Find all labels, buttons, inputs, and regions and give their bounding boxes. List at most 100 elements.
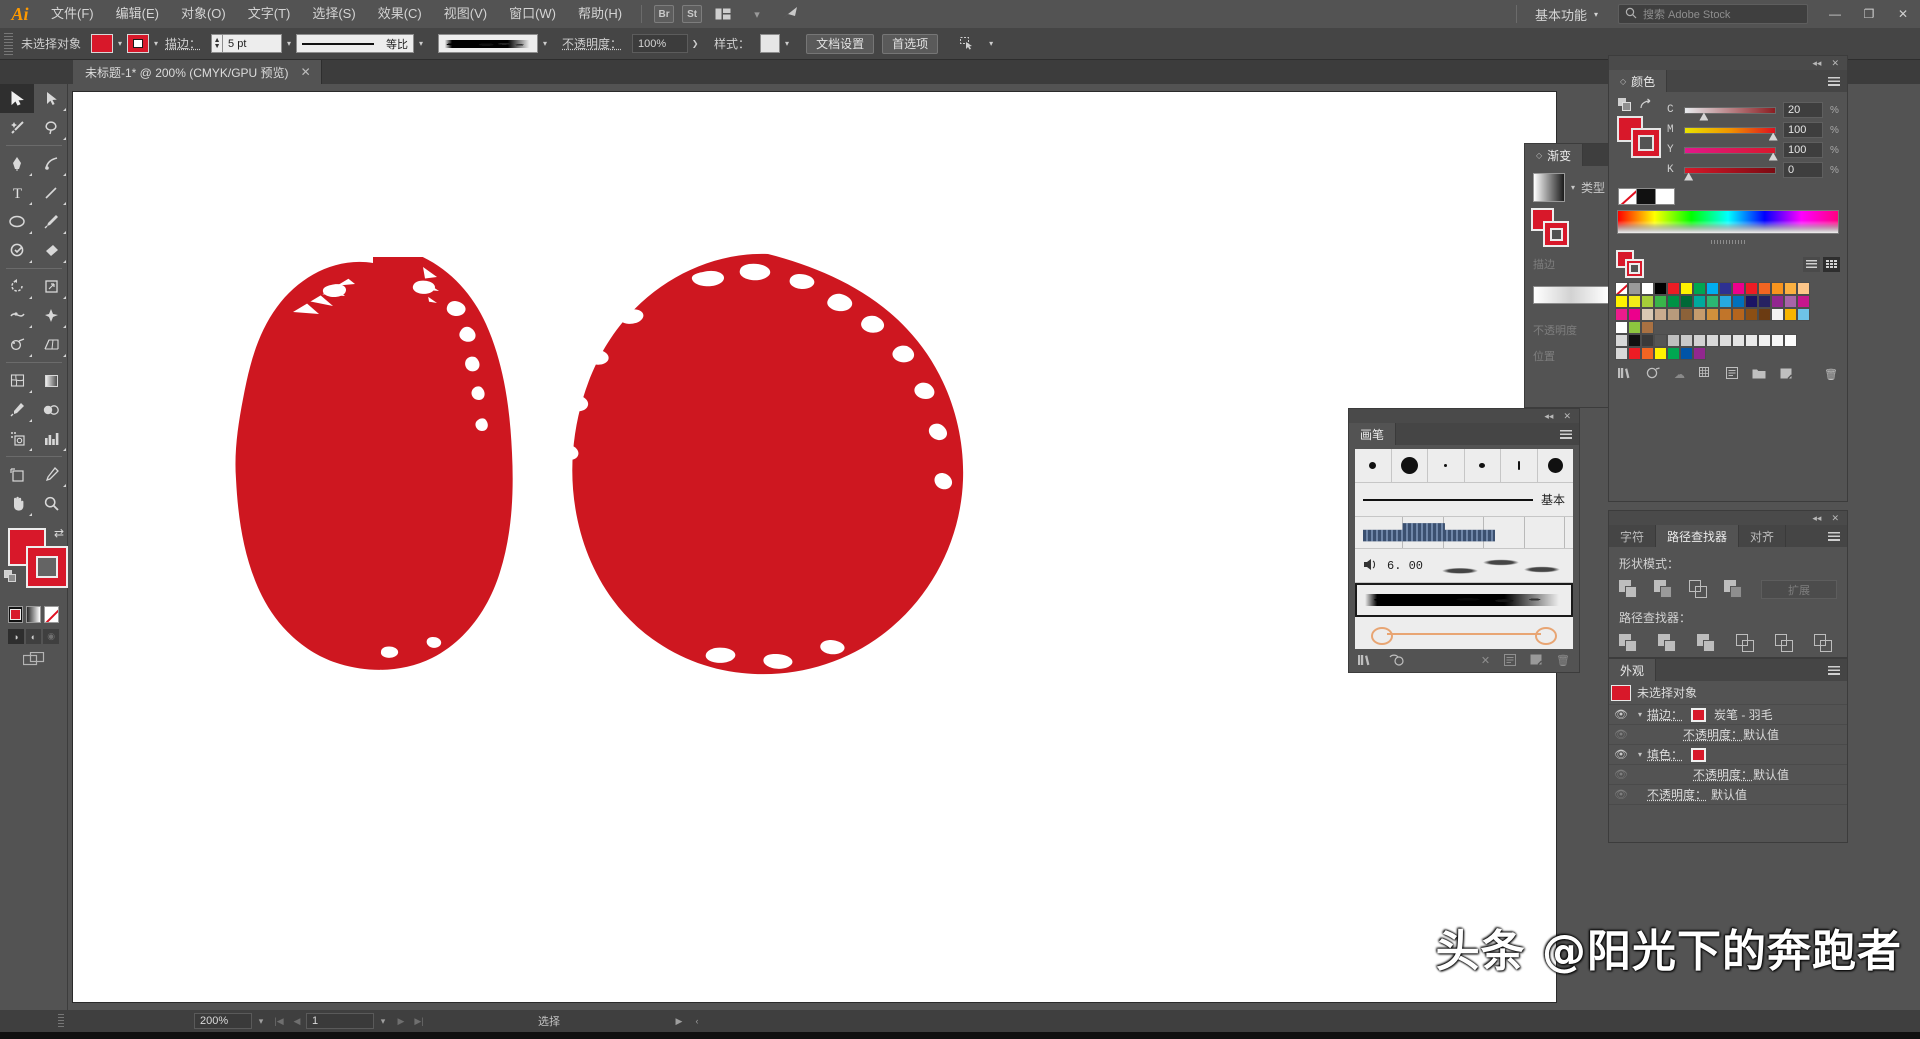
menu-edit[interactable]: 编辑(E) (105, 0, 170, 28)
visibility-eye-icon[interactable]: 👁 (1609, 788, 1633, 801)
stock-icon[interactable]: St (682, 5, 703, 23)
swatch-cell[interactable] (1771, 295, 1784, 308)
swatch-cell[interactable] (1641, 282, 1654, 295)
draw-behind-icon[interactable]: ◐ (25, 629, 42, 644)
appearance-fill-color-chip[interactable] (1691, 747, 1707, 762)
ellipse-tool[interactable] (0, 207, 34, 236)
swatch-options-icon[interactable] (1726, 367, 1738, 382)
swatch-cell[interactable] (1797, 308, 1810, 321)
channel-value-k[interactable]: 0 (1783, 162, 1823, 178)
tab-align[interactable]: 对齐 (1739, 525, 1787, 547)
swatch-cell[interactable] (1732, 295, 1745, 308)
swatch-cell[interactable] (1654, 282, 1667, 295)
swatch-cell[interactable] (1784, 295, 1797, 308)
draw-inside-icon[interactable]: ◉ (43, 629, 60, 644)
swatch-cell[interactable] (1680, 347, 1693, 360)
selection-tool[interactable] (0, 84, 34, 113)
swatch-cell[interactable] (1784, 308, 1797, 321)
divide-icon[interactable] (1619, 634, 1638, 653)
pattern-brush-row[interactable] (1355, 517, 1573, 549)
channel-track-m[interactable] (1684, 126, 1778, 141)
select-similar-icon[interactable] (954, 34, 980, 54)
last-artboard-icon[interactable]: ▶| (410, 1016, 428, 1027)
swatch-cell[interactable] (1680, 282, 1693, 295)
first-artboard-icon[interactable]: |◀ (270, 1016, 288, 1027)
swatch-cell[interactable] (1758, 334, 1771, 347)
intersect-icon[interactable] (1689, 580, 1708, 599)
swatch-libraries-icon[interactable] (1618, 367, 1632, 382)
swatch-cell[interactable] (1706, 308, 1719, 321)
swatch-cell[interactable] (1641, 334, 1654, 347)
swatch-cell[interactable] (1771, 282, 1784, 295)
channel-thumb-m[interactable] (1768, 132, 1778, 141)
stroke-weight-label[interactable]: 描边： (165, 35, 201, 52)
swatch-cell[interactable] (1667, 295, 1680, 308)
swatch-cell[interactable] (1732, 308, 1745, 321)
color-panel-group[interactable]: ◂◂ ✕ ◇ 颜色 C 20 % M 100 % Y 100 % K 0 % ☁… (1608, 55, 1848, 502)
arrange-documents-icon[interactable] (710, 4, 736, 24)
document-tab[interactable]: 未标题-1* @ 200% (CMYK/GPU 预览) ✕ (73, 60, 322, 84)
swatch-cell[interactable] (1797, 295, 1810, 308)
swatch-cell[interactable] (1693, 282, 1706, 295)
visibility-eye-icon[interactable]: 👁 (1609, 748, 1633, 761)
eraser-tool[interactable] (34, 236, 68, 265)
swatch-cell[interactable] (1771, 334, 1784, 347)
swatch-cell[interactable] (1745, 295, 1758, 308)
select-similar-dropdown-icon[interactable]: ▾ (984, 34, 998, 54)
collapse-icon[interactable]: ◂◂ (1544, 411, 1553, 422)
zoom-tool[interactable] (34, 489, 68, 518)
opacity-flyout-icon[interactable]: ❯ (688, 34, 702, 54)
draw-normal-icon[interactable]: ◑ (8, 629, 24, 644)
tab-color[interactable]: ◇ 颜色 (1609, 70, 1668, 92)
arrow-art-brush-row[interactable] (1355, 617, 1573, 649)
window-maximize-button[interactable]: ❐ (1852, 0, 1886, 28)
swatch-cell[interactable] (1758, 295, 1771, 308)
swatch-cell[interactable] (1667, 347, 1680, 360)
gradient-slider[interactable] (1533, 286, 1609, 304)
swatch-cell[interactable] (1784, 334, 1797, 347)
magic-wand-tool[interactable] (0, 113, 34, 142)
new-swatch-icon[interactable] (1780, 368, 1792, 382)
screen-mode-icon[interactable] (0, 644, 67, 668)
swatch-cell[interactable] (1706, 282, 1719, 295)
appearance-panel[interactable]: 外观 未选择对象 👁 ▾ 描边： 炭笔 - 羽毛 👁 不透明度： 默认值 👁 ▾ (1608, 658, 1848, 843)
none-swatch[interactable] (1618, 188, 1637, 205)
swatch-cell[interactable] (1797, 282, 1810, 295)
delete-brush-icon[interactable]: 🗑 (1556, 654, 1570, 669)
black-swatch[interactable] (1637, 188, 1656, 205)
trim-icon[interactable] (1658, 634, 1677, 653)
color-spectrum-ramp[interactable] (1617, 210, 1839, 234)
basic-brush-row[interactable]: 基本 (1355, 483, 1573, 517)
paintbrush-tool[interactable] (34, 207, 68, 236)
channel-value-m[interactable]: 100 (1783, 122, 1823, 138)
swatch-cell[interactable] (1745, 282, 1758, 295)
brush-dot-6[interactable] (1538, 449, 1574, 483)
swatch-cell[interactable] (1654, 347, 1667, 360)
appearance-stroke-opacity-row[interactable]: 👁 不透明度： 默认值 (1609, 725, 1847, 745)
swatch-cell[interactable] (1654, 295, 1667, 308)
collapse-icon[interactable]: ◂◂ (1812, 58, 1821, 69)
panel-menu-icon[interactable] (1828, 76, 1840, 86)
swatches-stroke-chip[interactable] (1625, 259, 1644, 278)
panel-menu-icon[interactable] (1828, 665, 1840, 675)
shape-builder-tool[interactable] (0, 330, 34, 359)
pen-tool[interactable] (0, 149, 34, 178)
cloud-libraries-icon[interactable]: ☁ (1674, 368, 1685, 381)
swap-fill-stroke-icon[interactable]: ⇄ (54, 526, 64, 540)
swatch-cell[interactable] (1680, 334, 1693, 347)
channel-thumb-k[interactable] (1684, 172, 1694, 181)
free-transform-tool[interactable] (34, 301, 68, 330)
opacity-label[interactable]: 不透明度： (562, 35, 622, 52)
swatch-cell[interactable] (1719, 282, 1732, 295)
tab-pathfinder[interactable]: 路径查找器 (1656, 525, 1740, 547)
width-tool[interactable] (0, 301, 34, 330)
charcoal-feather-brush-row[interactable] (1355, 583, 1573, 617)
blend-tool[interactable] (34, 395, 68, 424)
new-color-group-icon[interactable] (1752, 368, 1766, 382)
stroke-profile-dropdown-icon[interactable]: ▾ (414, 34, 428, 54)
artboard-number-field[interactable]: 1 (306, 1013, 374, 1029)
white-swatch[interactable] (1656, 188, 1675, 205)
channel-thumb-y[interactable] (1768, 152, 1778, 161)
swatches-grid-view-icon[interactable] (1823, 256, 1840, 272)
chevron-down-icon[interactable]: ▾ (744, 4, 770, 24)
